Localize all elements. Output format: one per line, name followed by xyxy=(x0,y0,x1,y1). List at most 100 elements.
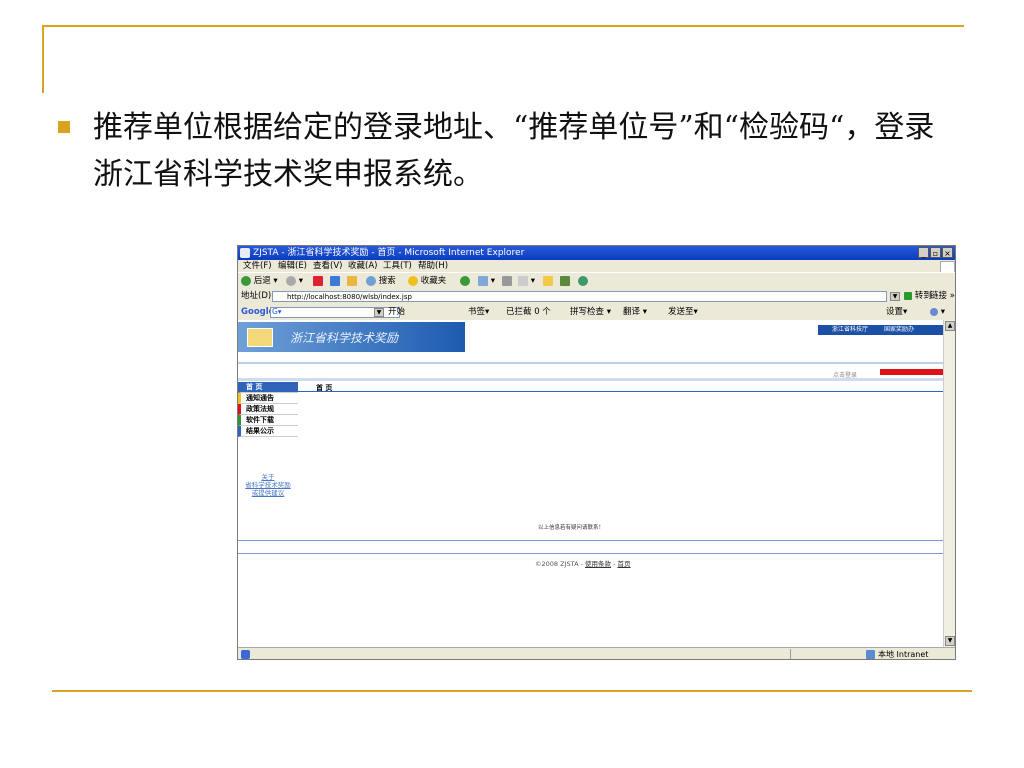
site-title: 浙江省科学技术奖励 xyxy=(290,331,399,345)
contact-note: 以上信息若有疑问请联系！ xyxy=(538,525,605,531)
google-settings-button[interactable]: 设置▾ xyxy=(886,304,907,320)
toolbar: 后退 ▾ ▾ 搜索 收藏夹 ▾ ▾ xyxy=(238,272,955,290)
back-arrow-icon xyxy=(241,275,251,286)
window-buttons: _ ▫ × xyxy=(917,247,953,261)
refresh-icon xyxy=(330,275,340,286)
sidebar-item-home[interactable]: 首 页 xyxy=(238,382,298,393)
site-logo xyxy=(247,328,273,347)
print-icon xyxy=(502,275,512,286)
forward-arrow-icon xyxy=(286,275,296,286)
footer-divider-bottom xyxy=(238,553,943,554)
history-icon xyxy=(460,275,470,286)
home-icon xyxy=(347,275,357,286)
globe-icon xyxy=(930,307,938,316)
research-icon xyxy=(560,275,570,286)
banner-divider xyxy=(238,362,943,364)
sidebar-about-link[interactable]: 关于 省科学技术奖励 或提供建议 xyxy=(238,473,298,497)
scroll-up-arrow[interactable]: ▲ xyxy=(945,321,955,331)
search-button[interactable]: 搜索 xyxy=(366,273,396,290)
home-button[interactable] xyxy=(347,273,357,290)
links-button[interactable]: 链接 » xyxy=(930,289,955,304)
minimize-button[interactable]: _ xyxy=(918,247,929,258)
menu-edit[interactable]: 编辑(E) xyxy=(278,260,307,272)
copyright-text: ©2008 ZJSTA - xyxy=(535,560,585,568)
status-panels xyxy=(790,649,861,659)
about-line-2: 省科学技术奖励 xyxy=(245,481,291,489)
nav-divider xyxy=(238,378,943,381)
popup-blocked-button[interactable]: 已拦截 0 个 xyxy=(506,304,551,320)
google-start-button[interactable]: 开始 xyxy=(388,304,405,320)
close-button[interactable]: × xyxy=(942,247,953,258)
site-banner: 浙江省科学技术奖励 xyxy=(238,322,465,352)
scroll-down-arrow[interactable]: ▼ xyxy=(945,636,955,646)
security-zone: 本地 Intranet xyxy=(878,650,929,659)
window-title: ZJSTA - 浙江省科学技术奖励 - 首页 - Microsoft Inter… xyxy=(253,248,525,258)
sidebar-item-policies[interactable]: 政策法规 xyxy=(238,404,298,415)
status-bar: 本地 Intranet xyxy=(238,647,955,659)
menu-file[interactable]: 文件(F) xyxy=(243,260,272,272)
content-header-line xyxy=(298,391,943,392)
top-nav: 浙江省科技厅 国家奖励办 xyxy=(818,325,943,335)
send-to-button[interactable]: 发送至▾ xyxy=(668,304,698,320)
spellcheck-button[interactable]: 拼写检查 ▾ xyxy=(570,304,611,320)
browser-window: ZJSTA - 浙江省科学技术奖励 - 首页 - Microsoft Inter… xyxy=(237,245,956,660)
ie-icon xyxy=(240,248,250,258)
mail-icon xyxy=(478,275,488,286)
translate-button[interactable]: 翻译 ▾ xyxy=(623,304,647,320)
search-icon xyxy=(366,275,376,286)
edit-icon xyxy=(518,275,528,286)
folder-icon xyxy=(543,275,553,286)
google-g-button[interactable]: G▾ xyxy=(272,304,282,320)
link-zjst[interactable]: 浙江省科技厅 xyxy=(832,325,868,335)
left-rule xyxy=(42,25,44,93)
footer-home-link[interactable]: 首页 xyxy=(617,560,630,568)
footer: ©2008 ZJSTA - 使用条款 - 首页 xyxy=(535,558,630,568)
google-toolbar: Google G▾ ▼ 开始 书签▾ 已拦截 0 个 拼写检查 ▾ 翻译 ▾ 发… xyxy=(238,304,955,320)
bullet-marker xyxy=(58,121,70,133)
bottom-rule xyxy=(52,690,972,692)
folder-button[interactable] xyxy=(543,273,553,290)
go-button[interactable]: 转到 xyxy=(904,289,932,304)
sidebar-item-downloads[interactable]: 软件下载 xyxy=(238,415,298,426)
title-bar: ZJSTA - 浙江省科学技术奖励 - 首页 - Microsoft Inter… xyxy=(238,246,955,260)
favorites-button[interactable]: 收藏夹 xyxy=(408,273,446,290)
maximize-button[interactable]: ▫ xyxy=(930,247,941,258)
vertical-scrollbar[interactable]: ▲ ▼ xyxy=(943,320,955,647)
forward-button[interactable]: ▾ xyxy=(286,273,303,290)
address-label: 地址(D) xyxy=(241,291,272,301)
intranet-zone-icon xyxy=(866,650,875,659)
menu-favorites[interactable]: 收藏(A) xyxy=(348,260,377,272)
print-button[interactable] xyxy=(502,273,512,290)
messenger-icon xyxy=(578,275,588,286)
address-bar: 地址(D) http://localhost:8080/wlsb/index.j… xyxy=(238,289,955,304)
sidebar-item-results[interactable]: 结果公示 xyxy=(238,426,298,437)
link-national-award[interactable]: 国家奖励办 xyxy=(884,325,914,335)
about-line-3: 或提供建议 xyxy=(251,489,285,497)
bookmarks-button[interactable]: 书签▾ xyxy=(468,304,489,320)
history-button[interactable] xyxy=(460,273,470,290)
menu-view[interactable]: 查看(V) xyxy=(313,260,342,272)
messenger-button[interactable] xyxy=(578,273,588,290)
mail-button[interactable]: ▾ xyxy=(478,273,495,290)
refresh-button[interactable] xyxy=(330,273,340,290)
red-accent-bar xyxy=(880,369,943,375)
bullet-text: 推荐单位根据给定的登录地址、“推荐单位号”和“检验码“，登录浙江省科学技术奖申报… xyxy=(93,110,935,192)
address-dropdown[interactable]: ▼ xyxy=(890,292,900,301)
google-search-dropdown[interactable]: ▼ xyxy=(374,308,384,317)
footer-divider-top xyxy=(238,540,943,541)
menu-help[interactable]: 帮助(H) xyxy=(418,260,448,272)
star-icon xyxy=(408,275,418,286)
edit-button[interactable]: ▾ xyxy=(518,273,535,290)
terms-link[interactable]: 使用条款 xyxy=(585,560,611,568)
research-button[interactable] xyxy=(560,273,570,290)
top-rule xyxy=(42,25,964,27)
google-extra-button[interactable]: ▾ xyxy=(930,304,945,320)
go-arrow-icon xyxy=(904,291,912,300)
sidebar-item-notices[interactable]: 通知通告 xyxy=(238,393,298,404)
stop-button[interactable] xyxy=(313,273,323,290)
page-status-icon xyxy=(241,650,250,659)
address-input[interactable]: http://localhost:8080/wlsb/index.jsp xyxy=(272,291,887,302)
back-button[interactable]: 后退 ▾ xyxy=(241,273,278,290)
menu-tools[interactable]: 工具(T) xyxy=(383,260,412,272)
about-line-1: 关于 xyxy=(261,473,275,481)
